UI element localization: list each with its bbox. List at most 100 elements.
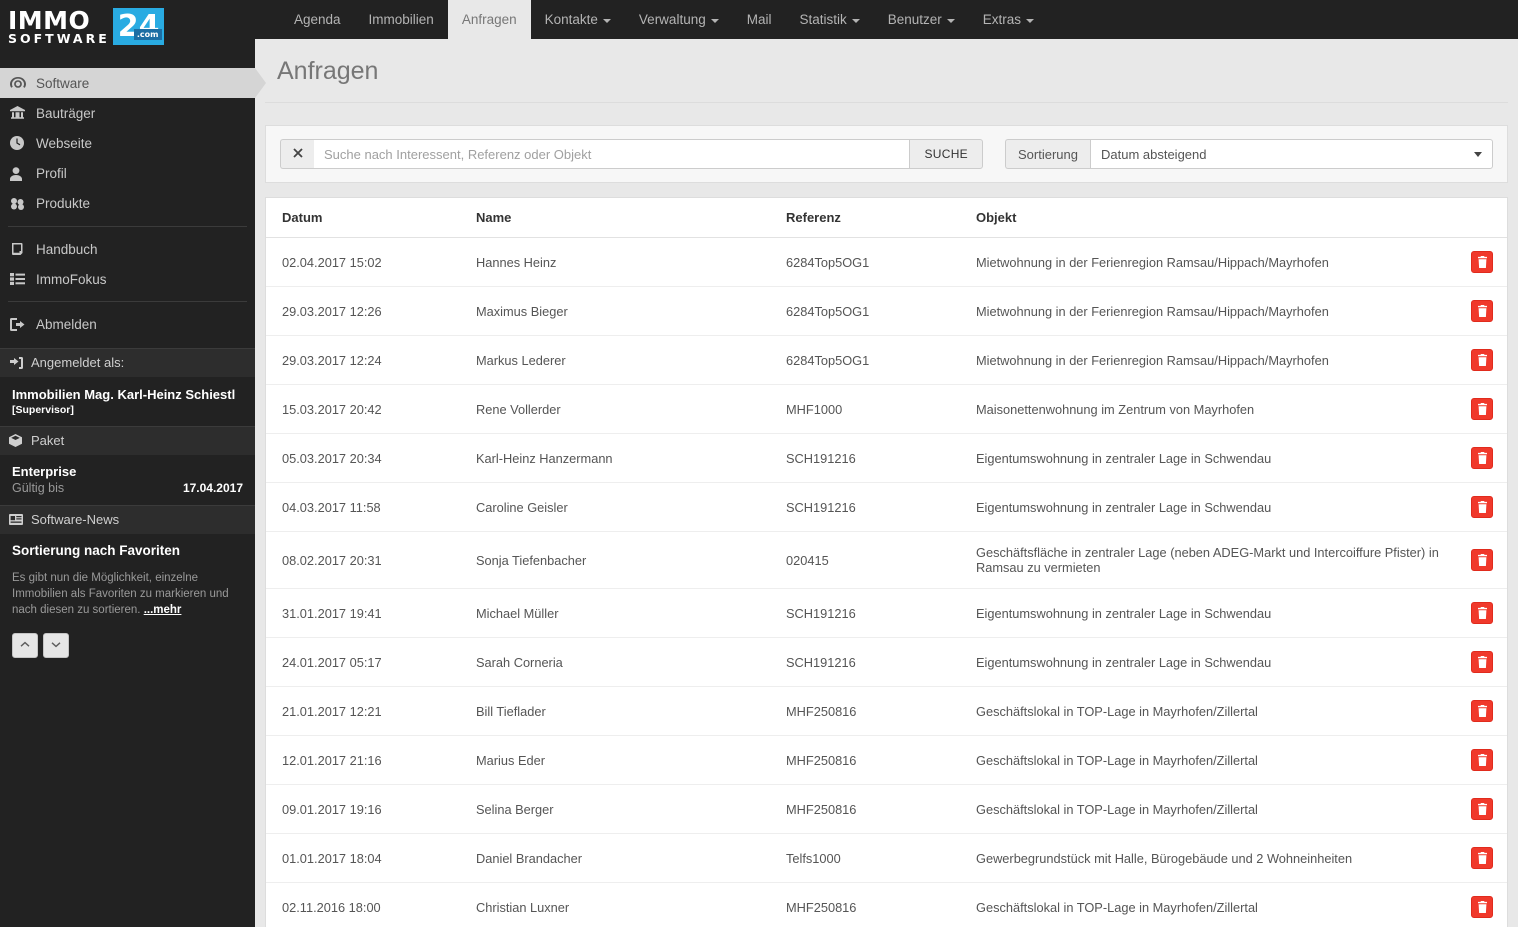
topnav-item-verwaltung[interactable]: Verwaltung bbox=[625, 0, 733, 39]
table-row[interactable]: 12.01.2017 21:16 Marius Eder MHF250816 Gesc… bbox=[266, 735, 1507, 785]
cell-objekt: Gewerbegrundstück mit Halle, Bürogebäude… bbox=[976, 833, 1445, 883]
sidebar-item-profil[interactable]: Profil bbox=[0, 159, 255, 189]
search-input[interactable] bbox=[314, 139, 910, 169]
table-row[interactable]: 24.01.2017 05:17 Sarah Corneria SCH191216 E… bbox=[266, 637, 1507, 687]
delete-row-button[interactable] bbox=[1471, 798, 1493, 820]
column-header-objekt[interactable]: Objekt bbox=[976, 198, 1445, 238]
sidebar-item-abmelden[interactable]: Abmelden bbox=[0, 309, 255, 339]
table-row[interactable]: 21.01.2017 12:21 Bill Tieflader MHF250816 G… bbox=[266, 686, 1507, 736]
list-icon bbox=[10, 273, 36, 286]
delete-row-button[interactable] bbox=[1471, 398, 1493, 420]
trash-icon bbox=[1477, 305, 1488, 317]
cell-actions bbox=[1445, 637, 1507, 687]
cell-referenz: 6284Top5OG1 bbox=[786, 335, 976, 385]
cell-objekt: Maisonettenwohnung im Zentrum von Mayrho… bbox=[976, 384, 1445, 434]
column-header-referenz[interactable]: Referenz bbox=[786, 198, 976, 238]
cell-objekt: Eigentumswohnung in zentraler Lage in Sc… bbox=[976, 433, 1445, 483]
trash-icon bbox=[1477, 452, 1488, 464]
topnav-item-extras[interactable]: Extras bbox=[969, 0, 1048, 39]
paket-section-title: Paket bbox=[31, 433, 65, 448]
table-header-row: Datum Name Referenz Objekt bbox=[266, 198, 1507, 238]
cell-name: Rene Vollerder bbox=[476, 384, 786, 434]
cell-referenz: SCH191216 bbox=[786, 588, 976, 638]
topnav-item-statistik[interactable]: Statistik bbox=[785, 0, 873, 39]
trash-icon bbox=[1477, 403, 1488, 415]
clear-search-button[interactable] bbox=[280, 139, 314, 169]
topnav-item-agenda[interactable]: Agenda bbox=[280, 0, 355, 39]
cell-referenz: SCH191216 bbox=[786, 637, 976, 687]
topnav-item-immobilien[interactable]: Immobilien bbox=[355, 0, 448, 39]
paket-section-header: Paket bbox=[0, 425, 255, 455]
column-header-datum[interactable]: Datum bbox=[266, 198, 476, 238]
sort-select[interactable]: Datum absteigend bbox=[1089, 139, 1493, 169]
table-row[interactable]: 09.01.2017 19:16 Selina Berger MHF250816 Ge… bbox=[266, 784, 1507, 834]
table-row[interactable]: 02.04.2017 15:02 Hannes Heinz 6284Top5OG1 M… bbox=[266, 237, 1507, 287]
cell-name: Maximus Bieger bbox=[476, 286, 786, 336]
table-row[interactable]: 01.01.2017 18:04 Daniel Brandacher Telfs10… bbox=[266, 833, 1507, 883]
table-row[interactable]: 05.03.2017 20:34 Karl-Heinz Hanzermann SCH… bbox=[266, 433, 1507, 483]
table-row[interactable]: 31.01.2017 19:41 Michael Müller SCH191216 E… bbox=[266, 588, 1507, 638]
cell-actions bbox=[1445, 735, 1507, 785]
trash-icon bbox=[1477, 803, 1488, 815]
news-body-text: Es gibt nun die Möglichkeit, einzelne Im… bbox=[12, 571, 229, 616]
sidebar-item-webseite[interactable]: Webseite bbox=[0, 128, 255, 158]
news-title: Sortierung nach Favoriten bbox=[12, 542, 181, 558]
topnav-label: Anfragen bbox=[461, 12, 517, 27]
delete-row-button[interactable] bbox=[1471, 602, 1493, 624]
trash-icon bbox=[1477, 501, 1488, 513]
cell-actions bbox=[1445, 335, 1507, 385]
delete-row-button[interactable] bbox=[1471, 749, 1493, 771]
table-row[interactable]: 15.03.2017 20:42 Rene Vollerder MHF1000 Mai… bbox=[266, 384, 1507, 434]
table-row[interactable]: 02.11.2016 18:00 Christian Luxner MHF25081… bbox=[266, 882, 1507, 927]
news-icon bbox=[9, 514, 31, 525]
topnav-item-kontakte[interactable]: Kontakte bbox=[531, 0, 625, 39]
cell-actions bbox=[1445, 784, 1507, 834]
paket-section-body: Enterprise Gültig bis 17.04.2017 bbox=[0, 454, 255, 505]
delete-row-button[interactable] bbox=[1471, 447, 1493, 469]
trash-icon bbox=[1477, 852, 1488, 864]
topnav-item-benutzer[interactable]: Benutzer bbox=[874, 0, 969, 39]
table-row[interactable]: 08.02.2017 20:31 Sonja Tiefenbacher 020415… bbox=[266, 531, 1507, 589]
delete-row-button[interactable] bbox=[1471, 300, 1493, 322]
topnav-item-mail[interactable]: Mail bbox=[733, 0, 786, 39]
delete-row-button[interactable] bbox=[1471, 896, 1493, 918]
sidebar-item-label: Profil bbox=[36, 166, 67, 182]
topnav-label: Agenda bbox=[294, 12, 341, 27]
cell-actions bbox=[1445, 833, 1507, 883]
delete-row-button[interactable] bbox=[1471, 349, 1493, 371]
delete-row-button[interactable] bbox=[1471, 496, 1493, 518]
table-row[interactable]: 29.03.2017 12:26 Maximus Bieger 6284Top5OG… bbox=[266, 286, 1507, 336]
sidebar-item-produkte[interactable]: Produkte bbox=[0, 189, 255, 219]
delete-row-button[interactable] bbox=[1471, 700, 1493, 722]
column-header-name[interactable]: Name bbox=[476, 198, 786, 238]
main-area: Agenda Immobilien Anfragen Kontakte Verw… bbox=[255, 0, 1518, 927]
delete-row-button[interactable] bbox=[1471, 549, 1493, 571]
cell-objekt: Mietwohnung in der Ferienregion Ramsau/H… bbox=[976, 286, 1445, 336]
trash-icon bbox=[1477, 354, 1488, 366]
sidebar-item-bautraeger[interactable]: Bauträger bbox=[0, 98, 255, 128]
cell-actions bbox=[1445, 482, 1507, 532]
news-prev-button[interactable] bbox=[12, 632, 38, 658]
app-logo[interactable]: IMMO SOFTWARE 24 .com bbox=[8, 8, 255, 45]
sidebar-item-label: Software bbox=[36, 75, 90, 91]
trash-icon bbox=[1477, 705, 1488, 717]
cell-referenz: 6284Top5OG1 bbox=[786, 286, 976, 336]
sidebar-item-immofokus[interactable]: ImmoFokus bbox=[0, 264, 255, 294]
cell-name: Christian Luxner bbox=[476, 882, 786, 927]
sidebar-item-software[interactable]: Software bbox=[0, 68, 266, 99]
table-row[interactable]: 29.03.2017 12:24 Markus Lederer 6284Top5OG… bbox=[266, 335, 1507, 385]
search-button[interactable]: SUCHE bbox=[909, 139, 983, 169]
news-more-link[interactable]: ...mehr bbox=[144, 604, 182, 616]
table-row[interactable]: 04.03.2017 11:58 Caroline Geisler SCH19121… bbox=[266, 482, 1507, 532]
sidebar-item-handbuch[interactable]: Handbuch bbox=[0, 234, 255, 264]
dashboard-icon bbox=[10, 76, 36, 90]
delete-row-button[interactable] bbox=[1471, 651, 1493, 673]
logo-area: IMMO SOFTWARE 24 .com bbox=[0, 0, 255, 68]
news-pager bbox=[12, 632, 243, 658]
cell-name: Sonja Tiefenbacher bbox=[476, 531, 786, 589]
delete-row-button[interactable] bbox=[1471, 847, 1493, 869]
cell-referenz: MHF250816 bbox=[786, 735, 976, 785]
news-next-button[interactable] bbox=[43, 632, 69, 658]
topnav-item-anfragen[interactable]: Anfragen bbox=[447, 0, 531, 39]
delete-row-button[interactable] bbox=[1471, 251, 1493, 273]
